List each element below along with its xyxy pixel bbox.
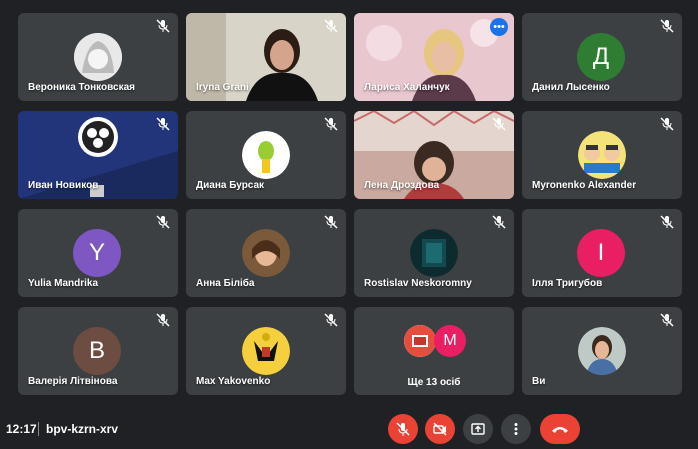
more-options-button[interactable] — [501, 414, 531, 444]
mic-off-icon — [156, 215, 170, 229]
avatar: І — [577, 229, 625, 277]
participant-name: Yulia Mandrika — [28, 278, 99, 289]
avatar-initial: B — [88, 337, 105, 364]
avatar: M — [434, 325, 466, 357]
mic-off-icon — [156, 19, 170, 33]
mic-off-icon — [324, 313, 338, 327]
control-bar: 12:17 bpv-kzrn-xrv — [0, 410, 698, 449]
mic-off-icon — [660, 117, 674, 131]
camera-off-icon — [433, 422, 447, 436]
mic-off-icon — [396, 422, 410, 436]
participant-name: Лена Дроздова — [364, 180, 440, 191]
participant-name: Лариса Халанчук — [364, 82, 450, 93]
avatar: B — [73, 327, 121, 375]
participant-tile[interactable]: Вероника Тонковская — [18, 13, 178, 101]
participant-tile[interactable]: Лена Дроздова — [354, 111, 514, 199]
avatar — [410, 229, 458, 277]
participant-tile[interactable]: Myronenko Alexander — [522, 111, 682, 199]
avatar-initial: І — [597, 239, 605, 266]
avatar: Д — [577, 33, 625, 81]
present-screen-button[interactable] — [463, 414, 493, 444]
participant-tile[interactable]: Rostislav Neskoromny — [354, 209, 514, 297]
meeting-time: 12:17 — [6, 422, 37, 436]
avatar-initial: Д — [592, 43, 610, 70]
more-vert-icon — [514, 423, 518, 435]
mic-off-icon — [324, 19, 338, 33]
hang-up-icon — [552, 427, 568, 433]
participant-name: Myronenko Alexander — [532, 180, 637, 191]
participant-name: Rostislav Neskoromny — [364, 278, 472, 289]
avatar: Y — [73, 229, 121, 277]
participant-tile[interactable]: Y Yulia Mandrika — [18, 209, 178, 297]
participant-name: Ви — [532, 376, 546, 387]
participant-tile[interactable]: Анна Біліба — [186, 209, 346, 297]
avatar-initial: M — [443, 332, 457, 349]
participant-tile[interactable]: Ви — [522, 307, 682, 395]
more-options-button[interactable]: ••• — [490, 18, 508, 36]
participant-tile[interactable]: Max Yakovenko — [186, 307, 346, 395]
more-participants-label: Ще 13 осіб — [407, 377, 461, 388]
avatar — [242, 229, 290, 277]
camera-toggle-button[interactable] — [425, 414, 455, 444]
avatar — [578, 131, 626, 179]
mic-off-icon — [660, 19, 674, 33]
avatar — [578, 327, 626, 375]
mic-off-icon — [660, 313, 674, 327]
avatar-initial: Y — [88, 239, 105, 266]
avatar — [404, 325, 436, 357]
participant-tile[interactable]: Iryna Grani — [186, 13, 346, 101]
meeting-code: bpv-kzrn-xrv — [46, 422, 119, 436]
participant-name: Диана Бурсак — [196, 180, 265, 191]
participant-name: Анна Біліба — [196, 278, 255, 289]
participant-tile[interactable]: B Валерія Літвінова — [18, 307, 178, 395]
mic-off-icon — [156, 313, 170, 327]
mic-off-icon — [324, 215, 338, 229]
present-icon — [471, 423, 485, 435]
divider — [38, 422, 39, 436]
mic-off-icon — [660, 215, 674, 229]
participant-name: Max Yakovenko — [196, 376, 271, 387]
leave-call-button[interactable] — [540, 414, 580, 444]
participant-name: Данил Лысенко — [532, 82, 610, 93]
participant-name: Вероника Тонковская — [28, 82, 136, 93]
avatar — [242, 327, 290, 375]
participant-grid: Вероника Тонковская Iryna Grani ••• Лари… — [0, 0, 698, 410]
mic-toggle-button[interactable] — [388, 414, 418, 444]
participant-name: Ілля Тригубов — [532, 278, 603, 289]
participant-tile[interactable]: Д Данил Лысенко — [522, 13, 682, 101]
mic-off-icon — [492, 117, 506, 131]
participant-name: Валерія Літвінова — [28, 376, 118, 387]
more-participants-tile[interactable]: M Ще 13 осіб — [354, 307, 514, 395]
participant-name: Iryna Grani — [196, 82, 249, 93]
avatar — [74, 33, 122, 81]
mic-off-icon — [324, 117, 338, 131]
mic-off-icon — [156, 117, 170, 131]
mic-off-icon — [492, 215, 506, 229]
participant-tile[interactable]: Иван Новиков — [18, 111, 178, 199]
participant-tile[interactable]: ••• Лариса Халанчук — [354, 13, 514, 101]
participant-tile[interactable]: Диана Бурсак — [186, 111, 346, 199]
participant-name: Иван Новиков — [28, 180, 99, 191]
participant-tile[interactable]: І Ілля Тригубов — [522, 209, 682, 297]
avatar — [242, 131, 290, 179]
